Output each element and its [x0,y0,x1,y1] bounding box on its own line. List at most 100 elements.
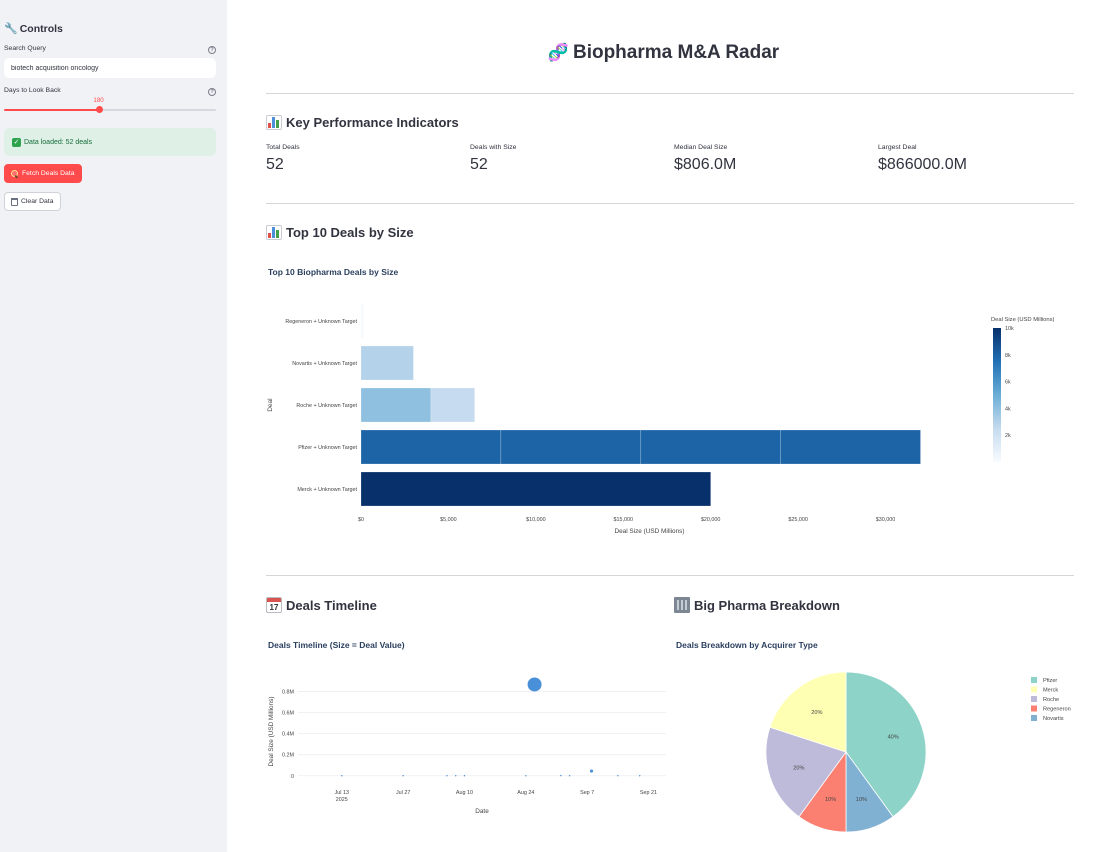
bar [430,387,475,423]
bar-category-label: Roche + Unknown Target [296,403,357,409]
check-icon: ✓ [12,137,21,147]
x-tick-label: Jul 13 [335,790,349,796]
bar [360,471,711,507]
app-root: 🔧 Controls Search Query ? Days to Look B… [0,0,1110,852]
kpi-median-deal-size: Median Deal Size $806.0M [674,144,736,174]
x-tick-label: Jul 27 [396,790,410,796]
bar-category-label: Regeneron + Unknown Target [285,319,357,325]
pie-slice-label: 10% [825,797,836,803]
legend-label: Regeneron [1043,707,1071,713]
days-slider-value: 180 [93,97,104,104]
calendar-day: 17 [269,603,279,612]
legend-swatch [1031,715,1037,721]
x-tick-label: Sep 7 [580,790,594,796]
bar [360,303,364,339]
bar-category-label: Pfizer + Unknown Target [298,445,357,451]
colorbar-tick-label: 8k [1005,353,1011,359]
x-tick-label: $15,000 [614,517,634,523]
pie-slice-label: 20% [793,765,804,771]
dna-icon: 🧬 [547,43,569,62]
x-tick-label: $5,000 [440,517,457,523]
scatter-point [341,775,343,777]
scatter-point [455,775,457,777]
x-tick-label: Sep 21 [640,790,657,796]
pharma-section-title-text: Big Pharma Breakdown [694,597,840,613]
bar-chart-title: Top 10 Biopharma Deals by Size [268,267,399,277]
colorbar-tick-label: 6k [1005,380,1011,386]
trash-icon [11,197,18,206]
scatter-point [463,775,466,777]
legend-swatch [1031,705,1037,712]
legend-label: Novartis [1043,716,1064,722]
bar [360,387,432,423]
scatter-point [560,774,562,777]
clear-data-button[interactable]: Clear Data [4,192,61,211]
sidebar-title-text: Controls [19,22,63,35]
divider [266,575,1074,576]
kpi-label: Deals with Size [470,144,517,151]
scatter-point [402,774,404,777]
bar-chart-icon [266,225,282,240]
kpi-total-deals: Total Deals 52 [266,144,300,174]
scatter-point [639,775,641,777]
legend-label: Roche [1043,697,1059,703]
kpi-label: Median Deal Size [674,144,728,151]
y-tick-label: 0.4M [282,732,294,738]
days-slider-thumb[interactable] [95,106,103,113]
x-tick-label: Aug 10 [456,790,473,796]
x-axis-label: Deal Size (USD Millions) [615,528,685,535]
scatter-point [527,677,542,692]
office-building-icon [674,597,690,613]
days-lookback-label: Days to Look Back [4,87,61,94]
fetch-deals-button[interactable]: Fetch Deals Data [4,164,82,183]
sidebar: 🔧 Controls Search Query ? Days to Look B… [0,0,227,852]
page-title: 🧬 Biopharma M&A Radar [0,42,1110,64]
sidebar-title: 🔧 Controls [4,22,63,36]
bar-chart-icon [266,115,282,130]
timeline-chart-title: Deals Timeline (Size = Deal Value) [268,640,405,650]
kpi-largest-deal: Largest Deal $866000.0M [878,144,967,174]
scatter-point [525,775,527,777]
pie-slice-label: 40% [888,735,899,741]
fetch-deals-label: Fetch Deals Data [22,170,75,177]
bar [360,345,414,381]
y-tick-label: 0 [291,774,294,780]
colorbar-tick-label: 2k [1005,433,1011,439]
data-loaded-text: Data loaded: 52 deals [24,138,93,146]
bar [360,429,502,465]
y-axis-label: Deal Size (USD Millions) [268,697,275,767]
legend-swatch [1031,696,1037,702]
pie-slice-label: 10% [856,797,867,803]
calendar-icon: 17 [266,597,282,613]
colorbar-tick-label: 4k [1005,406,1011,412]
acquirer-pie-chart[interactable]: 40% 10% 10% 20% 20% Pfizer Merck Roche Regeneron… [672,662,1082,842]
page-title-text: Biopharma M&A Radar [572,42,780,63]
colorbar-title: Deal Size (USD Millions) [991,317,1055,323]
x-tick-label: $20,000 [701,517,721,523]
top10-section-title-text: Top 10 Deals by Size [286,225,414,240]
y-tick-label: 0.6M [282,711,294,717]
x-tick-label: $0 [358,517,364,523]
help-icon[interactable]: ? [208,88,216,96]
days-slider-track[interactable] [4,108,216,111]
x-axis-label: Date [475,808,489,815]
kpi-section-title: Key Performance Indicators [266,115,459,130]
y-tick-label: 0.2M [282,753,294,759]
y-axis-label: Deal [267,398,274,411]
data-loaded-alert: ✓ Data loaded: 52 deals [4,128,216,156]
top-deals-bar-chart[interactable]: Regeneron + Unknown Target Novartis + Unk… [262,300,1072,545]
bar [500,429,642,465]
days-slider-fill [4,108,100,111]
x-tick-label: $25,000 [788,517,808,523]
kpi-label: Total Deals [266,144,300,151]
wrench-icon: 🔧 [4,23,18,35]
colorbar-tick-label: 10k [1005,326,1014,332]
bar-category-label: Novartis + Unknown Target [292,361,357,367]
bar [780,429,921,465]
kpi-deals-with-size: Deals with Size 52 [470,144,516,174]
pie-chart-title: Deals Breakdown by Acquirer Type [676,640,818,650]
scatter-point [589,769,594,773]
bar-category-label: Merck + Unknown Target [297,487,357,493]
deals-timeline-chart[interactable]: 0 0.2M 0.4M 0.6M 0.8M Jul 132025 Jul 27 Aug 10 A… [262,665,672,820]
x-tick-label: Aug 24 [517,790,534,796]
